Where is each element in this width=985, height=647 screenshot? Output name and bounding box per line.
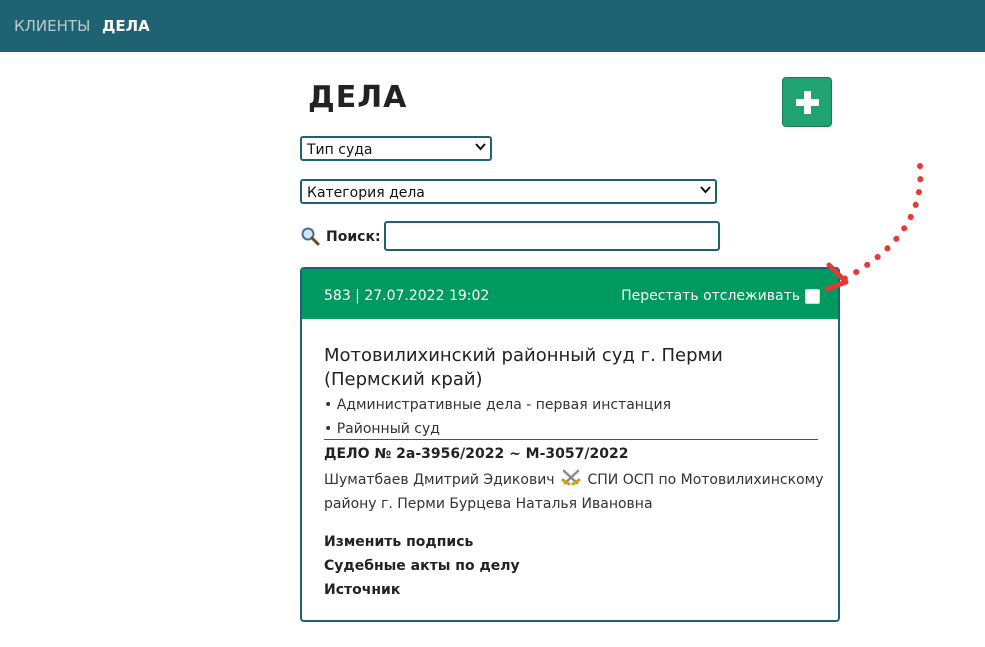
nav-cases-link[interactable]: ДЕЛА bbox=[102, 17, 150, 35]
search-input[interactable] bbox=[384, 221, 720, 251]
court-name: Мотовилихинский районный суд г. Перми (П… bbox=[324, 345, 723, 390]
annotation-arrow bbox=[824, 163, 924, 292]
edit-signature-link[interactable]: Изменить подпись bbox=[324, 534, 473, 550]
plaintiff: Шуматбаев Дмитрий Эдикович bbox=[324, 472, 555, 488]
case-category-bullet: • Административные дела - первая инстанц… bbox=[324, 397, 671, 413]
court-type-select[interactable]: Тип суда bbox=[300, 136, 492, 161]
untrack-label[interactable]: Перестать отслеживать bbox=[621, 288, 800, 304]
court-acts-link[interactable]: Судебные акты по делу bbox=[324, 558, 520, 574]
crossed-swords-icon bbox=[561, 469, 581, 486]
case-number: ДЕЛО № 2а-3956/2022 ~ М-3057/2022 bbox=[324, 446, 629, 462]
case-parties: Шуматбаев Дмитрий Эдикович СПИ ОСП по Мо… bbox=[324, 468, 824, 516]
magnifier-icon bbox=[301, 227, 320, 246]
court-type-selected-value: Тип суда bbox=[307, 142, 373, 158]
chevron-down-icon bbox=[475, 143, 486, 151]
top-navbar: КЛИЕНТЫ ДЕЛА bbox=[0, 0, 985, 52]
nav-clients-link[interactable]: КЛИЕНТЫ bbox=[14, 17, 90, 35]
chevron-down-icon bbox=[700, 186, 711, 194]
case-category-selected-value: Категория дела bbox=[307, 185, 425, 201]
case-card: 583 | 27.07.2022 19:02 Перестать отслежи… bbox=[300, 267, 840, 622]
add-case-button[interactable] bbox=[782, 77, 832, 127]
court-level-bullet: • Районный суд bbox=[324, 421, 440, 437]
page-title: ДЕЛА bbox=[308, 80, 408, 115]
divider bbox=[324, 439, 818, 440]
case-meta: 583 | 27.07.2022 19:02 bbox=[324, 288, 490, 304]
source-link[interactable]: Источник bbox=[324, 582, 400, 598]
case-category-select[interactable]: Категория дела bbox=[300, 179, 717, 204]
search-label: Поиск: bbox=[326, 229, 381, 245]
untrack-checkbox[interactable] bbox=[805, 289, 820, 304]
case-card-header: 583 | 27.07.2022 19:02 Перестать отслежи… bbox=[302, 269, 838, 319]
